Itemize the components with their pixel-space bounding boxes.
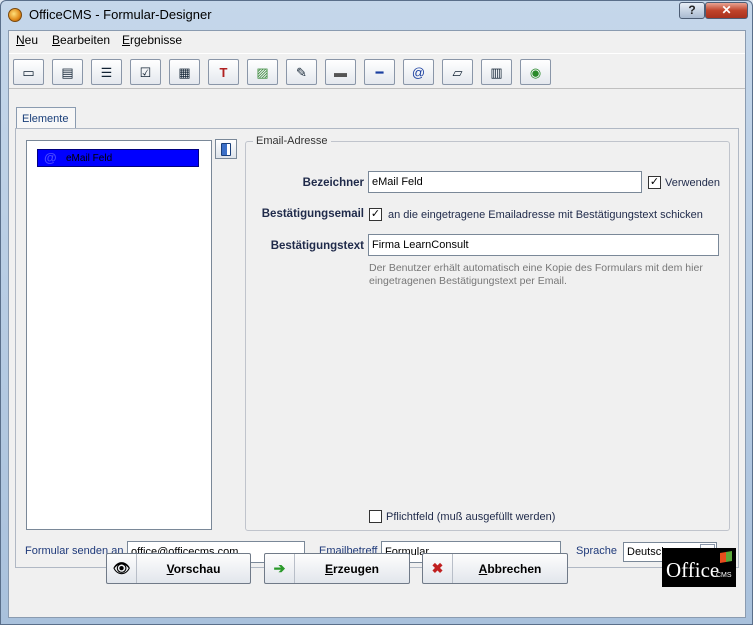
properties-button[interactable] (215, 139, 237, 159)
menu-ergebnisse[interactable]: Ergebnisse (122, 33, 182, 47)
menu-bar: Neu Bearbeiten Ergebnisse (9, 31, 745, 49)
pflichtfeld-label[interactable]: Pflichtfeld (muß ausgefüllt werden) (386, 511, 555, 523)
bestaetigungsemail-checkbox[interactable]: ✓ (369, 208, 382, 221)
text-format-icon: T (219, 64, 228, 80)
toolbar: ▭ ▤ ☰ ☑ ▦ T ▨ ✎ ▬ ━ @ ▱ ▥ ◉ (9, 53, 745, 89)
checkbox-icon: ☑ (139, 64, 152, 80)
email-icon: @ (411, 64, 426, 80)
bestaetigungstext-input[interactable] (368, 234, 719, 256)
app-icon (8, 8, 22, 22)
page-icon: ▱ (452, 64, 463, 80)
client-area: Neu Bearbeiten Ergebnisse ▭ ▤ ☰ ☑ ▦ T ▨ … (8, 30, 746, 618)
image-icon: ▨ (256, 64, 269, 80)
email-groupbox: Email-Adresse Bezeichner ✓ Verwenden Bes… (245, 135, 730, 531)
language-label: Sprache (576, 545, 617, 557)
bestaetigungsemail-label: Bestätigungsemail (261, 208, 364, 220)
table-icon: ▦ (178, 64, 191, 80)
tool-script-button[interactable]: ✎ (286, 59, 317, 85)
verwenden-label[interactable]: Verwenden (665, 177, 720, 189)
tab-panel-elemente: @ eMail Feld Email-Adresse Bezeichner ✓ … (15, 128, 739, 568)
menu-bearbeiten[interactable]: Bearbeiten (52, 33, 110, 47)
tool-table-button[interactable]: ▦ (169, 59, 200, 85)
generate-label: Erzeugen (324, 562, 380, 576)
panel-icon: ▬ (334, 64, 347, 80)
help-button[interactable]: ? (679, 2, 705, 19)
list-icon: ☰ (100, 64, 113, 80)
app-window: OfficeCMS - Formular-Designer ? ✕ Neu Be… (0, 0, 753, 625)
tool-list-button[interactable]: ☰ (91, 59, 122, 85)
tool-text-format-button[interactable]: T (208, 59, 239, 85)
window-title: OfficeCMS - Formular-Designer (29, 7, 212, 22)
textfield-icon: ▭ (22, 64, 35, 80)
preview-label: Vorschau (166, 562, 221, 576)
tool-textfield-button[interactable]: ▭ (13, 59, 44, 85)
bezeichner-label: Bezeichner (302, 177, 364, 189)
menu-neu[interactable]: Neu (16, 33, 38, 47)
logo-subtext: CMS (716, 572, 732, 579)
tool-checkbox-button[interactable]: ☑ (130, 59, 161, 85)
bezeichner-input[interactable] (368, 171, 642, 193)
cross-icon: ✖ (423, 554, 453, 583)
preview-button[interactable]: 👁 Vorschau (106, 553, 251, 584)
arrow-right-icon: ➔ (265, 554, 295, 583)
eye-icon: 👁 (107, 554, 137, 583)
groupbox-title: Email-Adresse (253, 135, 331, 147)
cancel-label: Abbrechen (478, 562, 542, 576)
layers-icon: ▥ (490, 64, 503, 80)
tool-globe-button[interactable]: ◉ (520, 59, 551, 85)
globe-icon: ◉ (529, 64, 542, 80)
generate-button[interactable]: ➔ Erzeugen (264, 553, 410, 584)
tool-textarea-button[interactable]: ▤ (52, 59, 83, 85)
cancel-button[interactable]: ✖ Abbrechen (422, 553, 568, 584)
tool-image-button[interactable]: ▨ (247, 59, 278, 85)
bestaetigungsemail-text[interactable]: an die eingetragene Emailadresse mit Bes… (388, 209, 703, 221)
list-item[interactable]: @ eMail Feld (37, 149, 199, 167)
tool-layers-button[interactable]: ▥ (481, 59, 512, 85)
tool-page-button[interactable]: ▱ (442, 59, 473, 85)
windows-flag-icon (720, 550, 732, 564)
close-button[interactable]: ✕ (705, 2, 748, 19)
verwenden-checkbox[interactable]: ✓ (648, 176, 661, 189)
script-icon: ✎ (296, 64, 307, 80)
list-item-label: eMail Feld (66, 153, 113, 164)
separator-icon: ━ (375, 64, 384, 80)
bestaetigungstext-label: Bestätigungstext (270, 240, 364, 252)
tool-separator-button[interactable]: ━ (364, 59, 395, 85)
book-icon (221, 142, 231, 156)
title-bar[interactable]: OfficeCMS - Formular-Designer ? ✕ (1, 1, 752, 29)
elements-list[interactable]: @ eMail Feld (26, 140, 212, 530)
confirmation-hint: Der Benutzer erhält automatisch eine Kop… (369, 262, 703, 287)
tab-elemente[interactable]: Elemente (16, 107, 76, 129)
textarea-icon: ▤ (61, 64, 74, 80)
officecms-logo: Office CMS (662, 548, 736, 587)
pflichtfeld-checkbox[interactable] (369, 510, 382, 523)
tool-email-button[interactable]: @ (403, 59, 434, 85)
logo-text: Office (666, 558, 720, 582)
tool-panel-button[interactable]: ▬ (325, 59, 356, 85)
email-icon: @ (44, 150, 57, 165)
